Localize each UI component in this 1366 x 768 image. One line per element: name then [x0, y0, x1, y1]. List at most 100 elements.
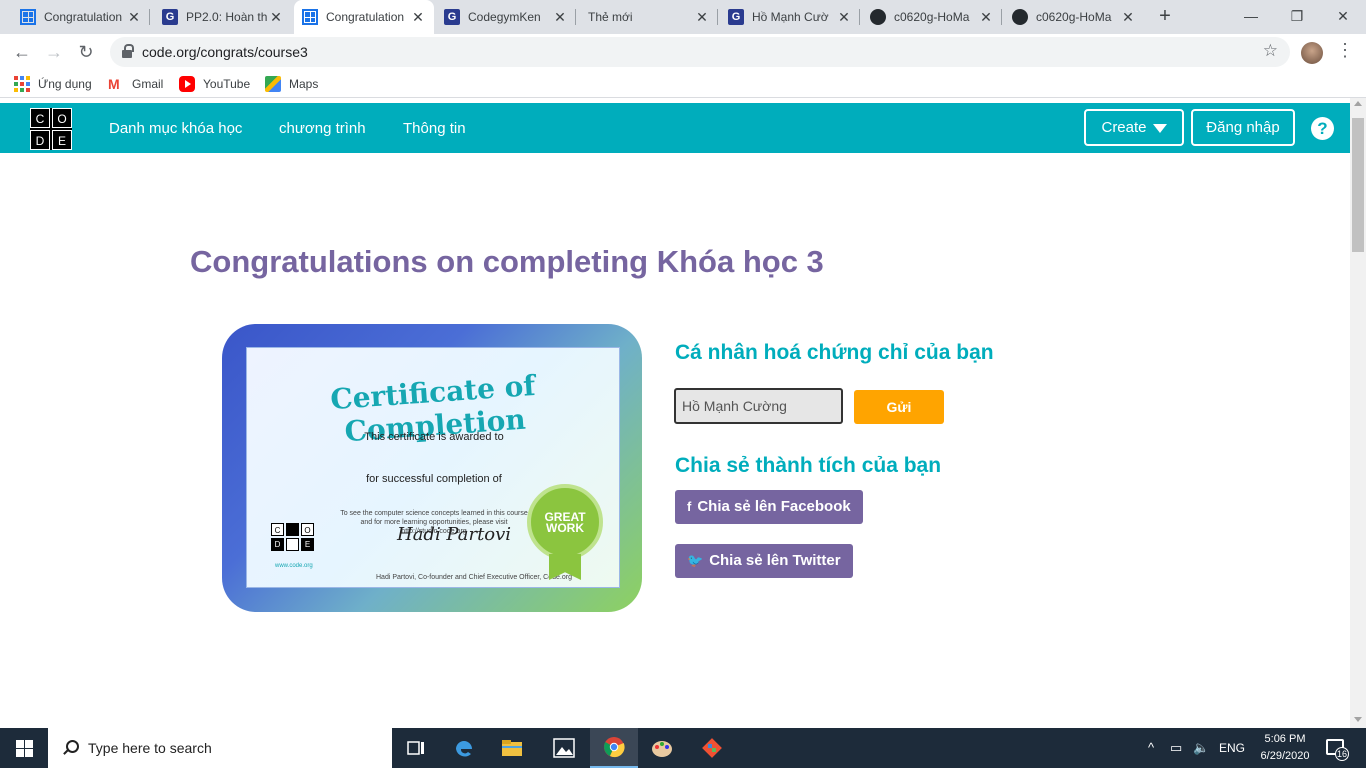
nav-course-catalog[interactable]: Danh mục khóa học — [109, 120, 242, 137]
chrome-icon[interactable] — [590, 728, 638, 768]
browser-menu-icon[interactable]: ⋮ — [1336, 40, 1354, 61]
url-text: code.org/congrats/course3 — [142, 44, 308, 60]
share-facebook-button[interactable]: f Chia sẻ lên Facebook — [675, 490, 863, 524]
certificate-name-input[interactable]: Hồ Mạnh Cường — [674, 388, 843, 424]
close-icon[interactable]: ✕ — [268, 9, 284, 26]
scrollbar-thumb[interactable] — [1352, 118, 1364, 252]
github-icon — [870, 9, 886, 25]
forward-button[interactable]: → — [42, 40, 66, 64]
input-language[interactable]: ENG — [1219, 741, 1245, 755]
paint-icon[interactable] — [638, 728, 686, 768]
scroll-down-arrow-icon[interactable] — [1354, 717, 1362, 722]
browser-toolbar: ← → ↻ code.org/congrats/course3 ☆ ⋮ — [0, 34, 1366, 70]
browser-tab[interactable]: G CodegymKen ✕ — [436, 0, 576, 34]
scroll-up-arrow-icon[interactable] — [1354, 101, 1362, 106]
close-icon[interactable]: ✕ — [694, 9, 710, 26]
share-twitter-button[interactable]: 🐦 Chia sẻ lên Twitter — [675, 544, 853, 578]
code-org-icon — [20, 9, 36, 25]
codegym-icon: G — [162, 9, 178, 25]
new-tab-button[interactable]: + — [1153, 4, 1177, 28]
search-placeholder: Type here to search — [88, 740, 212, 756]
tab-title: Thẻ mới — [588, 10, 633, 24]
tab-title: PP2.0: Hoàn th — [186, 10, 268, 24]
file-explorer-icon[interactable] — [488, 728, 536, 768]
taskbar-search[interactable]: Type here to search — [48, 728, 392, 768]
taskbar-clock[interactable]: 5:06 PM 6/29/2020 — [1246, 731, 1324, 765]
clock-date: 6/29/2020 — [1260, 750, 1310, 762]
share-facebook-label: Chia sẻ lên Facebook — [697, 498, 851, 515]
code-org-icon — [302, 9, 318, 25]
page-viewport: CO DE Danh mục khóa học chương trình Thô… — [0, 98, 1366, 728]
bookmark-gmail[interactable]: M Gmail — [108, 76, 163, 92]
address-bar[interactable]: code.org/congrats/course3 ☆ — [110, 37, 1290, 67]
close-icon[interactable]: ✕ — [552, 9, 568, 26]
bookmark-label: YouTube — [203, 77, 251, 91]
task-view-icon[interactable] — [392, 728, 440, 768]
browser-tab[interactable]: c0620g-HoMa ✕ — [862, 0, 1002, 34]
caret-down-icon — [1152, 123, 1167, 133]
help-icon[interactable]: ? — [1311, 117, 1334, 140]
close-icon[interactable]: ✕ — [836, 9, 852, 26]
badge-text: GREAT WORK — [544, 510, 586, 535]
tab-title: c0620g-HoMa — [1036, 10, 1112, 24]
youtube-icon — [179, 76, 195, 92]
notification-count: 16 — [1335, 747, 1349, 761]
restore-button[interactable]: ❐ — [1274, 4, 1320, 28]
edge-icon[interactable] — [440, 728, 488, 768]
nav-about[interactable]: Thông tin — [403, 120, 466, 137]
network-icon[interactable]: ▭ — [1170, 740, 1182, 756]
bookmark-label: Gmail — [132, 77, 164, 91]
browser-tab[interactable]: Thẻ mới ✕ — [578, 0, 718, 34]
maps-icon — [265, 76, 281, 92]
tab-title: Congratulation — [326, 10, 405, 24]
sign-in-button[interactable]: Đăng nhập — [1191, 109, 1295, 146]
certificate-url: www.code.org — [275, 563, 313, 569]
certificate-logo: CO DE — [271, 515, 315, 559]
close-window-button[interactable]: ✕ — [1320, 4, 1366, 28]
close-icon[interactable]: ✕ — [1120, 9, 1136, 26]
profile-avatar[interactable] — [1301, 42, 1323, 64]
bookmark-star-icon[interactable]: ☆ — [1263, 41, 1278, 61]
close-icon[interactable]: ✕ — [410, 9, 426, 26]
reload-button[interactable]: ↻ — [74, 40, 98, 64]
bookmarks-bar: Ứng dụng M Gmail YouTube Maps — [0, 70, 1366, 98]
bookmark-maps[interactable]: Maps — [265, 76, 318, 92]
gmail-icon: M — [108, 76, 120, 92]
tab-title: Congratulation — [44, 10, 123, 24]
code-org-logo[interactable]: CO DE — [30, 108, 72, 150]
certificate-body: Certificate of Completion This certifica… — [246, 347, 620, 588]
close-icon[interactable]: ✕ — [978, 9, 994, 26]
certificate-signature: Hadi Partovi — [397, 524, 512, 545]
close-icon[interactable]: ✕ — [126, 9, 142, 26]
lock-icon — [122, 44, 134, 58]
windows-start-icon[interactable] — [0, 728, 48, 768]
github-icon — [1012, 9, 1028, 25]
browser-tab[interactable]: Congratulation ✕ — [12, 0, 150, 34]
bookmark-youtube[interactable]: YouTube — [179, 76, 250, 92]
show-hidden-icons-icon[interactable]: ^ — [1148, 740, 1154, 755]
create-label: Create — [1101, 119, 1147, 136]
great-work-badge: GREAT WORK — [527, 484, 603, 580]
volume-icon[interactable]: 🔈 — [1193, 740, 1209, 756]
bookmark-label: Ứng dụng — [38, 77, 92, 91]
browser-tab[interactable]: G PP2.0: Hoàn th ✕ — [154, 0, 292, 34]
windows-taskbar: Type here to search ^ ▭ 🔈 ENG 5:06 PM 6/… — [0, 728, 1366, 768]
personalize-heading: Cá nhân hoá chứng chỉ của bạn — [675, 341, 994, 364]
nav-programs[interactable]: chương trình — [279, 120, 366, 137]
browser-tab[interactable]: G Hồ Mạnh Cườ ✕ — [720, 0, 860, 34]
browser-tab-active[interactable]: Congratulation ✕ — [294, 0, 434, 34]
page-title: Congratulations on completing Khóa học 3 — [190, 244, 824, 279]
back-button[interactable]: ← — [10, 40, 34, 64]
submit-button[interactable]: Gửi — [854, 390, 944, 424]
facebook-icon: f — [687, 499, 692, 514]
browser-tab[interactable]: c0620g-HoMa ✕ — [1004, 0, 1144, 34]
git-icon[interactable] — [688, 728, 736, 768]
site-header: CO DE Danh mục khóa học chương trình Thô… — [0, 103, 1350, 153]
vertical-scrollbar[interactable] — [1350, 98, 1366, 728]
certificate-image: Certificate of Completion This certifica… — [222, 324, 642, 612]
create-button[interactable]: Create — [1084, 109, 1184, 146]
photos-icon[interactable] — [540, 728, 588, 768]
apps-grid-icon — [14, 76, 30, 92]
minimize-button[interactable]: — — [1228, 4, 1274, 28]
bookmark-apps[interactable]: Ứng dụng — [14, 76, 92, 92]
